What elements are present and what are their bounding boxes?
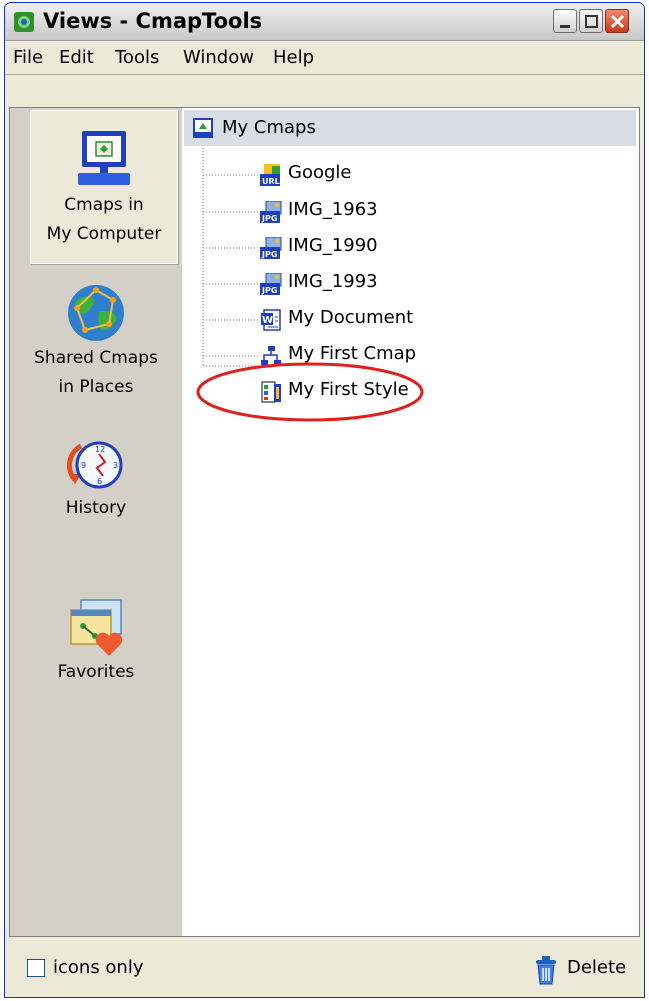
minimize-button[interactable] — [553, 9, 577, 33]
places-sidebar: Cmaps in My Computer Shared Cmaps in Pla… — [10, 108, 182, 936]
title-bar[interactable]: Views - CmapTools — [5, 3, 644, 41]
menu-tools[interactable]: Tools — [115, 47, 159, 68]
menu-edit[interactable]: Edit — [59, 47, 94, 68]
menu-window[interactable]: Window — [183, 47, 254, 68]
favorites-icon — [70, 599, 123, 656]
trash-icon — [536, 956, 556, 985]
url-icon: URL — [260, 164, 280, 186]
clock-icon: 12 3 6 9 — [67, 441, 123, 489]
tree-item-label: IMG_1990 — [288, 235, 378, 256]
svg-text:JPG: JPG — [261, 286, 277, 295]
place-history[interactable]: 12 3 6 9 History — [10, 436, 182, 523]
place-cmaps-in-my-computer[interactable]: Cmaps in My Computer — [30, 110, 178, 264]
highlight-circle — [196, 362, 424, 422]
svg-text:12: 12 — [95, 445, 105, 454]
menu-help[interactable]: Help — [273, 47, 314, 68]
svg-text:6: 6 — [97, 477, 102, 486]
menu-bar: File Edit Tools Window Help — [5, 41, 644, 75]
minimize-icon — [560, 25, 570, 28]
svg-text:JPG: JPG — [261, 250, 277, 259]
svg-text:JPG: JPG — [261, 214, 277, 223]
word-doc-icon: W — [261, 309, 281, 331]
cmaptools-window: Views - CmapTools File Edit Tools Window… — [4, 2, 645, 998]
tree-item-label: IMG_1993 — [288, 271, 378, 292]
place-label-line1: History — [65, 498, 127, 518]
place-label-line1: Cmaps in — [64, 195, 144, 215]
maximize-button[interactable] — [579, 9, 603, 33]
jpg-icon: JPG — [260, 273, 282, 295]
place-label-line2: My Computer — [46, 224, 162, 244]
close-button[interactable] — [605, 9, 629, 33]
delete-button[interactable]: Delete — [527, 951, 637, 987]
globe-network-icon — [68, 285, 124, 341]
jpg-icon: JPG — [260, 201, 282, 223]
place-favorites[interactable]: Favorites — [10, 598, 182, 687]
place-label-line2: in Places — [58, 377, 134, 397]
svg-text:W: W — [262, 315, 273, 326]
menu-file[interactable]: File — [13, 47, 43, 68]
maximize-icon — [585, 15, 598, 28]
main-content: Cmaps in My Computer Shared Cmaps in Pla… — [9, 107, 640, 937]
tree-item-label: My Document — [288, 307, 414, 328]
tree-item-label: Google — [288, 162, 352, 183]
icons-only-label: icons only — [53, 957, 144, 978]
icons-only-checkbox[interactable] — [27, 959, 45, 977]
cmap-tree-view: My Cmaps URL Google JPG IMG_1963 JPG IMG… — [182, 108, 639, 936]
svg-text:URL: URL — [262, 177, 280, 186]
computer-icon — [78, 131, 130, 185]
svg-text:9: 9 — [81, 461, 86, 470]
cmaptools-app-icon — [14, 12, 34, 32]
status-bar: icons only Delete — [9, 943, 640, 995]
tree-item-label: IMG_1963 — [288, 199, 378, 220]
close-icon — [610, 14, 625, 29]
place-shared-cmaps-in-places[interactable]: Shared Cmaps in Places — [10, 282, 182, 402]
delete-label: Delete — [567, 957, 627, 978]
window-title: Views - CmapTools — [43, 9, 263, 33]
svg-text:3: 3 — [113, 461, 118, 470]
place-label-line1: Shared Cmaps — [34, 348, 158, 368]
place-label-line1: Favorites — [57, 662, 135, 682]
jpg-icon: JPG — [260, 237, 282, 259]
